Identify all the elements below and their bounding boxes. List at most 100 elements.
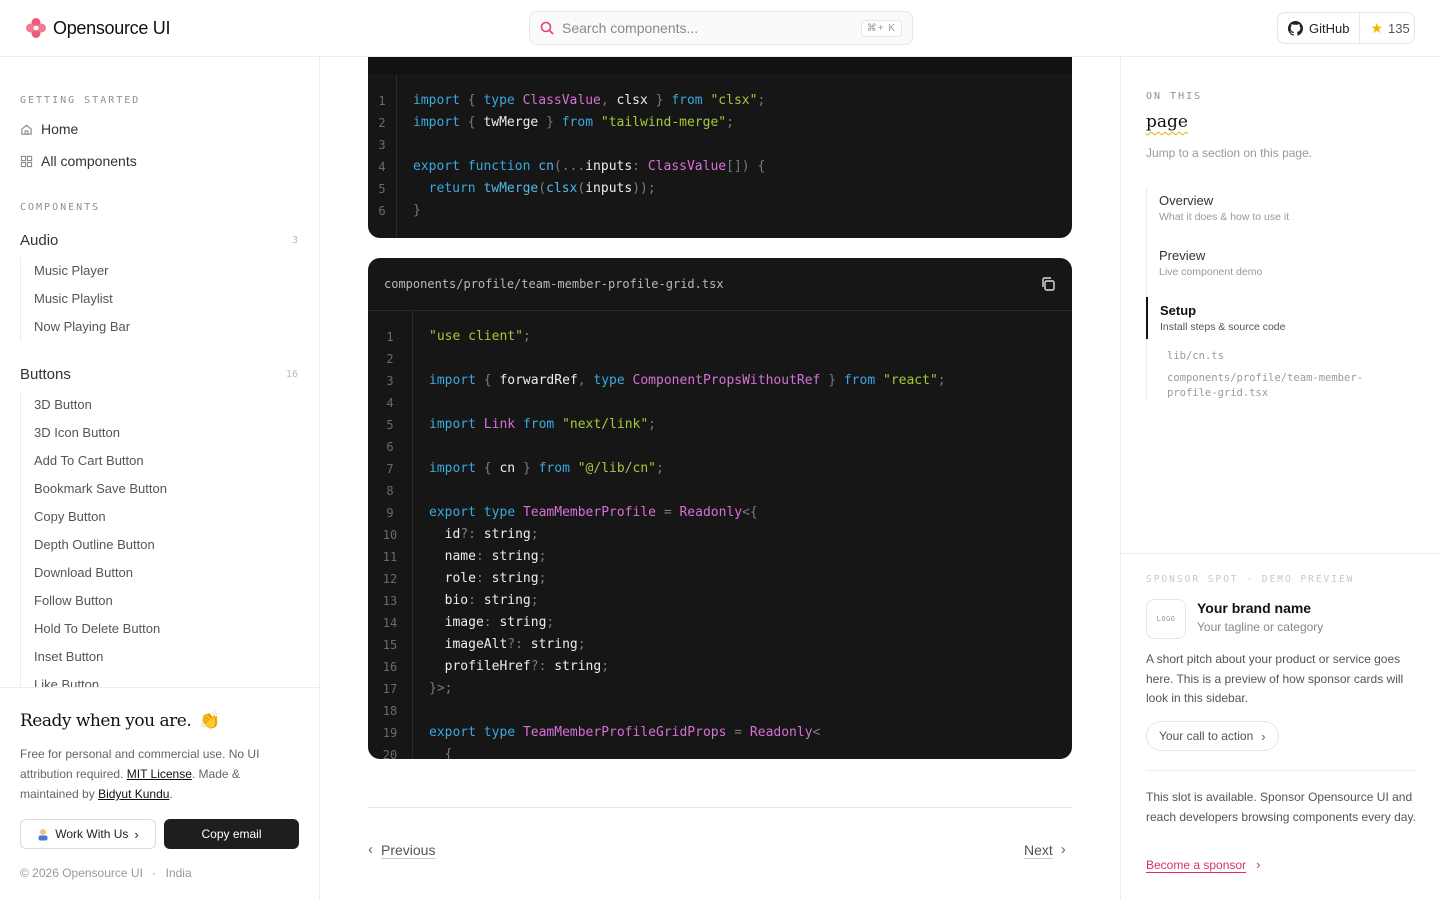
person-icon [38, 828, 48, 840]
line-number: 10 [382, 528, 398, 542]
table-of-contents: Overview What it does & how to use it Pr… [1146, 187, 1416, 401]
sponsor-divider [1146, 770, 1416, 771]
become-sponsor-link[interactable]: Become a sponsor › [1146, 857, 1260, 872]
copy-icon[interactable] [1040, 276, 1056, 292]
sidebar-item-music-playlist[interactable]: Music Playlist [21, 285, 130, 313]
ready-text: Ready when you are. [20, 711, 192, 731]
clap-icon: 👏 [199, 711, 220, 731]
toc-file-team-member-grid[interactable]: components/profile/team-member-profile-g… [1147, 371, 1387, 401]
toc-file-cn[interactable]: lib/cn.ts [1147, 349, 1416, 364]
sidebar-item-follow-button[interactable]: Follow Button [21, 587, 167, 615]
previous-link[interactable]: ‹ Previous [368, 841, 435, 858]
copy-email-button[interactable]: Copy email [164, 819, 299, 849]
line-number: 7 [386, 462, 394, 476]
code-line: id?: string; [444, 527, 539, 542]
sponsor-cta-button[interactable]: Your call to action › [1146, 721, 1279, 751]
sidebar-item-3d-icon-button[interactable]: 3D Icon Button [21, 419, 167, 447]
toc-item-preview[interactable]: Preview Live component demo [1147, 242, 1416, 284]
sidebar-item-copy-button[interactable]: Copy Button [21, 503, 167, 531]
nav-home-label: Home [41, 121, 79, 137]
code-line: export type TeamMemberProfile = Readonly… [429, 505, 758, 520]
github-widget: GitHub ★ 135 [1277, 12, 1415, 44]
sponsor-slot-text: This slot is available. Sponsor Opensour… [1146, 790, 1416, 824]
sidebar-item-bookmark-save-button[interactable]: Bookmark Save Button [21, 475, 167, 503]
code-line: } [413, 203, 421, 218]
top-header: Opensource UI Search components... ⌘+ K … [0, 0, 1440, 57]
copyright-text: © 2026 Opensource UI [20, 866, 143, 880]
line-number: 2 [386, 352, 394, 366]
sponsor-cta-label: Your call to action [1159, 729, 1254, 743]
line-number: 4 [378, 160, 386, 174]
chevron-right-icon: › [134, 826, 139, 842]
work-with-us-button[interactable]: Work With Us › [20, 819, 156, 849]
sidebar-item-music-player[interactable]: Music Player [21, 257, 130, 285]
sidebar-item-depth-outline-button[interactable]: Depth Outline Button [21, 531, 167, 559]
line-number: 17 [382, 682, 398, 696]
search-input[interactable]: Search components... ⌘+ K [529, 11, 913, 45]
grid-icon [20, 155, 33, 167]
code-line: role: string; [444, 571, 547, 586]
content-divider [368, 807, 1072, 808]
toc-item-subtitle: What it does & how to use it [1159, 211, 1290, 223]
sponsor-label: SPONSOR SPOT · DEMO PREVIEW [1146, 574, 1355, 585]
sponsor-pitch: A short pitch about your product or serv… [1146, 652, 1404, 705]
line-number: 5 [378, 182, 386, 196]
buttons-list: 3D Button 3D Icon Button Add To Cart But… [20, 391, 167, 687]
toc-title: page [1146, 112, 1188, 132]
github-stars[interactable]: ★ 135 [1360, 20, 1419, 37]
github-button[interactable]: GitHub [1278, 13, 1361, 43]
line-number: 8 [386, 484, 394, 498]
sidebar-item-hold-to-delete-button[interactable]: Hold To Delete Button [21, 615, 167, 643]
sidebar-item-now-playing-bar[interactable]: Now Playing Bar [21, 313, 130, 341]
group-audio-label: Audio [20, 232, 59, 249]
brand-name: Opensource UI [53, 17, 171, 38]
toc-item-overview[interactable]: Overview What it does & how to use it [1147, 187, 1416, 229]
group-buttons[interactable]: Buttons 16 [20, 366, 300, 383]
brand-link[interactable]: Opensource UI [25, 17, 170, 39]
code-line: import { forwardRef, type ComponentProps… [429, 373, 946, 388]
code-line: { [444, 747, 453, 759]
chevron-right-icon: › [1261, 728, 1266, 744]
ready-heading: Ready when you are. 👏 [20, 711, 220, 731]
group-audio[interactable]: Audio 3 [20, 232, 300, 249]
sidebar-item-add-to-cart-button[interactable]: Add To Cart Button [21, 447, 167, 475]
sidebar-item-like-button[interactable]: Like Button [21, 671, 167, 687]
toc-item-subtitle: Live component demo [1159, 266, 1263, 278]
nav-all-components[interactable]: All components [20, 153, 137, 169]
line-number: 15 [382, 638, 398, 652]
line-number: 20 [382, 748, 398, 759]
code-lines: import { type ClassValue, clsx } from "c… [413, 90, 765, 222]
sidebar-nav[interactable]: GETTING STARTED Home All components COMP… [0, 57, 319, 687]
home-icon [21, 124, 32, 135]
sidebar-footer: Ready when you are. 👏 Free for personal … [0, 687, 319, 900]
chevron-right-icon: › [1060, 841, 1066, 858]
github-label: GitHub [1309, 20, 1350, 36]
toc-item-setup[interactable]: Setup Install steps & source code [1146, 297, 1416, 339]
line-number: 3 [378, 138, 386, 152]
nav-all-components-label: All components [41, 153, 137, 169]
toc-item-subtitle: Install steps & source code [1160, 321, 1286, 333]
line-number: 5 [386, 418, 394, 432]
line-number: 14 [382, 616, 398, 630]
code-block-cn: 1 2 3 4 5 6 import { type ClassValue, cl… [368, 57, 1072, 238]
search-placeholder: Search components... [562, 20, 699, 36]
code-line: import Link from "next/link"; [429, 417, 656, 432]
next-link[interactable]: Next › [1024, 841, 1066, 858]
author-link[interactable]: Bidyut Kundu [98, 787, 169, 801]
code-line: bio: string; [444, 593, 539, 608]
line-number: 12 [382, 572, 398, 586]
line-number: 3 [386, 374, 394, 388]
getting-started-label: GETTING STARTED [20, 95, 141, 106]
sidebar-item-inset-button[interactable]: Inset Button [21, 643, 167, 671]
code-lines: "use client"; import { forwardRef, type … [429, 326, 946, 759]
code-line: image: string; [444, 615, 555, 630]
line-number: 18 [382, 704, 398, 718]
nav-home[interactable]: Home [20, 121, 78, 137]
sidebar-item-download-button[interactable]: Download Button [21, 559, 167, 587]
group-buttons-count: 16 [285, 369, 298, 380]
mit-license-link[interactable]: MIT License [127, 767, 192, 781]
line-numbers: 1 2 3 4 5 6 [368, 74, 397, 238]
code-line: }>; [429, 681, 453, 696]
sidebar-item-3d-button[interactable]: 3D Button [21, 391, 167, 419]
